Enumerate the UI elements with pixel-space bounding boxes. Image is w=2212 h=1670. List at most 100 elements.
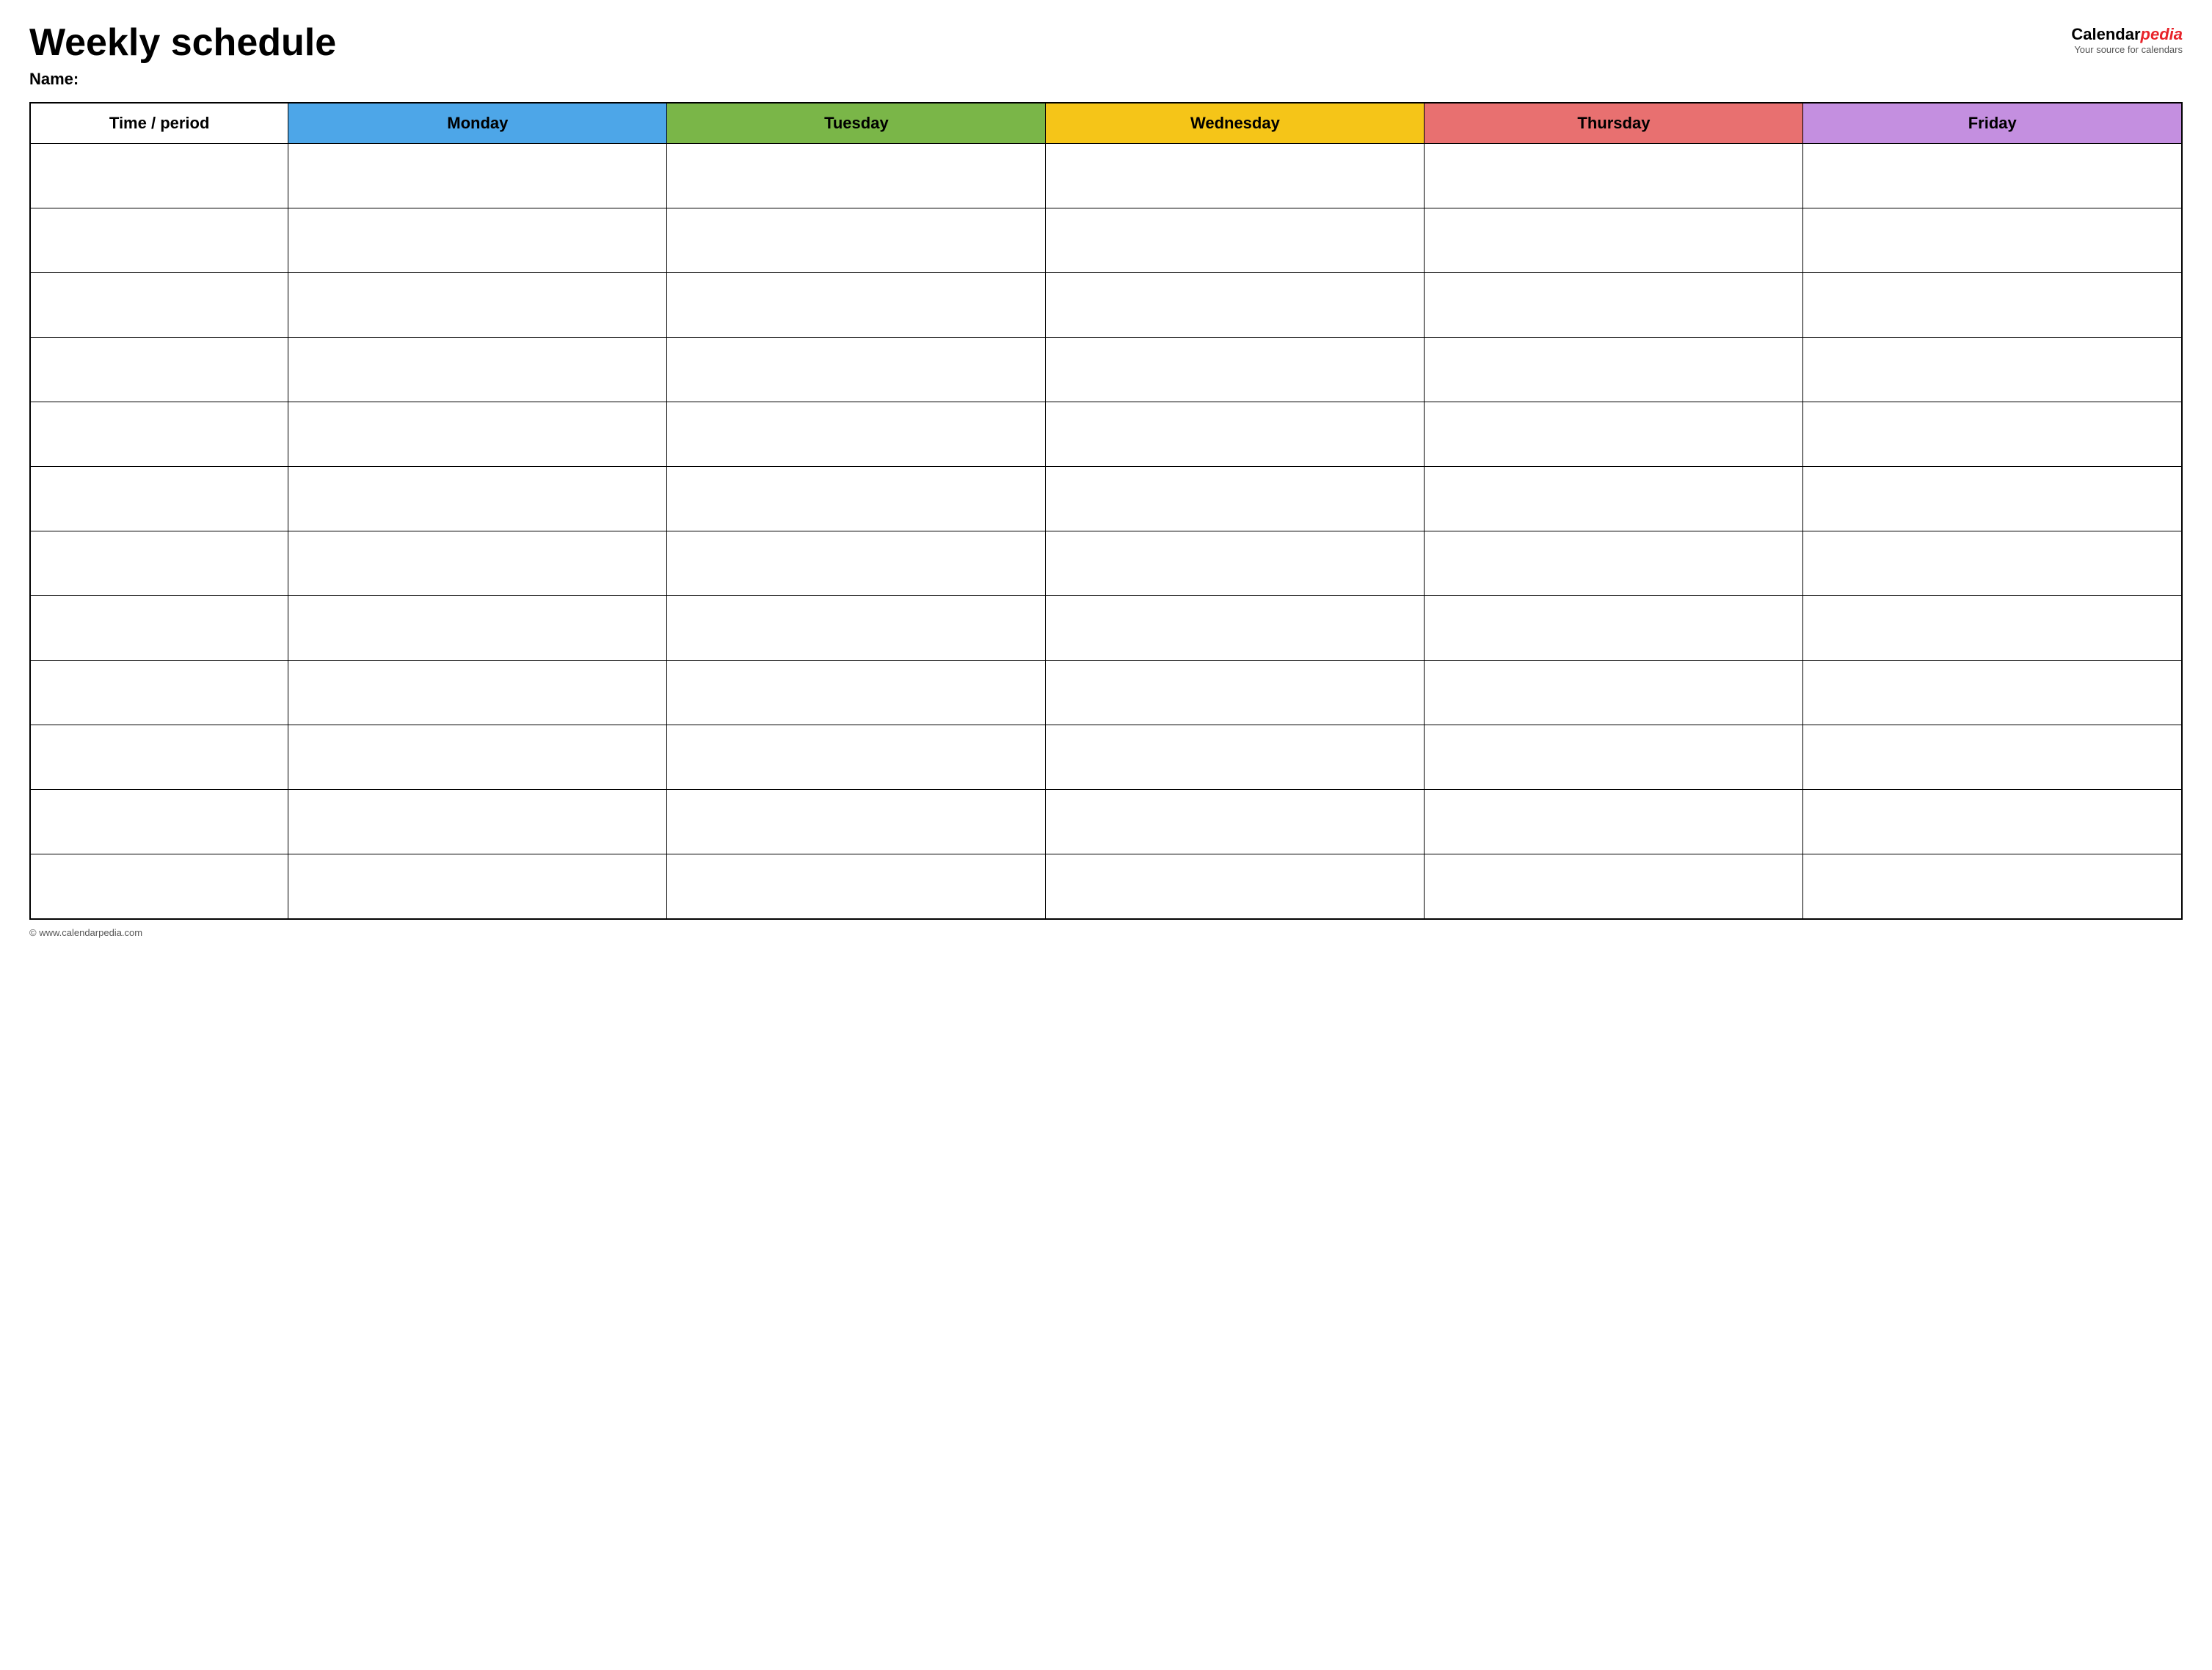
schedule-cell[interactable] (288, 661, 667, 725)
schedule-cell[interactable] (1046, 596, 1425, 661)
schedule-cell[interactable] (1803, 854, 2182, 919)
time-cell[interactable] (30, 402, 288, 467)
header-row: Time / period Monday Tuesday Wednesday T… (30, 103, 2182, 144)
schedule-cell[interactable] (1046, 467, 1425, 531)
schedule-cell[interactable] (1425, 661, 1803, 725)
schedule-cell[interactable] (1803, 467, 2182, 531)
schedule-cell[interactable] (1803, 273, 2182, 338)
schedule-cell[interactable] (1425, 144, 1803, 208)
schedule-cell[interactable] (1046, 273, 1425, 338)
schedule-cell[interactable] (667, 402, 1046, 467)
page-header: Weekly schedule Calendarpedia Your sourc… (29, 22, 2183, 64)
schedule-cell[interactable] (1803, 531, 2182, 596)
logo: Calendarpedia (2071, 25, 2183, 44)
schedule-cell[interactable] (667, 596, 1046, 661)
schedule-cell[interactable] (667, 144, 1046, 208)
schedule-cell[interactable] (667, 661, 1046, 725)
time-cell[interactable] (30, 790, 288, 854)
schedule-cell[interactable] (1425, 725, 1803, 790)
schedule-cell[interactable] (288, 596, 667, 661)
col-tuesday: Tuesday (667, 103, 1046, 144)
logo-subtitle: Your source for calendars (2071, 44, 2183, 55)
table-row (30, 273, 2182, 338)
schedule-cell[interactable] (1803, 208, 2182, 273)
schedule-cell[interactable] (1803, 144, 2182, 208)
schedule-cell[interactable] (1425, 338, 1803, 402)
schedule-cell[interactable] (1046, 208, 1425, 273)
schedule-cell[interactable] (1803, 402, 2182, 467)
footer: © www.calendarpedia.com (29, 927, 2183, 938)
schedule-cell[interactable] (1046, 725, 1425, 790)
table-row (30, 208, 2182, 273)
schedule-cell[interactable] (288, 273, 667, 338)
schedule-cell[interactable] (667, 467, 1046, 531)
table-row (30, 725, 2182, 790)
schedule-cell[interactable] (1425, 790, 1803, 854)
schedule-cell[interactable] (667, 338, 1046, 402)
time-cell[interactable] (30, 208, 288, 273)
logo-pedia-part2: pedia (2141, 25, 2183, 43)
schedule-cell[interactable] (1425, 596, 1803, 661)
table-row (30, 531, 2182, 596)
schedule-cell[interactable] (667, 531, 1046, 596)
schedule-cell[interactable] (1803, 725, 2182, 790)
time-cell[interactable] (30, 338, 288, 402)
schedule-cell[interactable] (288, 725, 667, 790)
page-title: Weekly schedule (29, 22, 336, 64)
table-row (30, 402, 2182, 467)
schedule-cell[interactable] (667, 854, 1046, 919)
time-cell[interactable] (30, 467, 288, 531)
schedule-cell[interactable] (667, 273, 1046, 338)
table-row (30, 596, 2182, 661)
table-row (30, 661, 2182, 725)
time-cell[interactable] (30, 596, 288, 661)
time-cell[interactable] (30, 725, 288, 790)
schedule-cell[interactable] (1803, 790, 2182, 854)
schedule-cell[interactable] (288, 144, 667, 208)
schedule-cell[interactable] (1425, 402, 1803, 467)
schedule-cell[interactable] (1046, 790, 1425, 854)
schedule-cell[interactable] (1425, 854, 1803, 919)
schedule-cell[interactable] (1046, 854, 1425, 919)
time-cell[interactable] (30, 854, 288, 919)
schedule-cell[interactable] (1425, 208, 1803, 273)
schedule-cell[interactable] (1046, 661, 1425, 725)
table-row (30, 467, 2182, 531)
time-cell[interactable] (30, 273, 288, 338)
col-time: Time / period (30, 103, 288, 144)
table-row (30, 144, 2182, 208)
col-wednesday: Wednesday (1046, 103, 1425, 144)
time-cell[interactable] (30, 144, 288, 208)
logo-calendar-part1: Calendar (2071, 25, 2140, 43)
schedule-cell[interactable] (1803, 596, 2182, 661)
schedule-cell[interactable] (288, 467, 667, 531)
time-cell[interactable] (30, 531, 288, 596)
table-body (30, 144, 2182, 919)
schedule-cell[interactable] (667, 725, 1046, 790)
schedule-cell[interactable] (1803, 661, 2182, 725)
schedule-cell[interactable] (1425, 467, 1803, 531)
schedule-cell[interactable] (1046, 144, 1425, 208)
schedule-cell[interactable] (667, 790, 1046, 854)
table-row (30, 854, 2182, 919)
schedule-cell[interactable] (1803, 338, 2182, 402)
schedule-cell[interactable] (1046, 531, 1425, 596)
name-label: Name: (29, 70, 2183, 89)
schedule-cell[interactable] (288, 790, 667, 854)
schedule-cell[interactable] (1425, 531, 1803, 596)
schedule-table: Time / period Monday Tuesday Wednesday T… (29, 102, 2183, 920)
schedule-cell[interactable] (288, 208, 667, 273)
logo-container: Calendarpedia Your source for calendars (2071, 25, 2183, 55)
time-cell[interactable] (30, 661, 288, 725)
schedule-cell[interactable] (1046, 402, 1425, 467)
schedule-cell[interactable] (288, 402, 667, 467)
schedule-cell[interactable] (1046, 338, 1425, 402)
schedule-cell[interactable] (667, 208, 1046, 273)
schedule-cell[interactable] (288, 338, 667, 402)
col-thursday: Thursday (1425, 103, 1803, 144)
schedule-cell[interactable] (1425, 273, 1803, 338)
schedule-cell[interactable] (288, 854, 667, 919)
schedule-cell[interactable] (288, 531, 667, 596)
col-friday: Friday (1803, 103, 2182, 144)
table-row (30, 790, 2182, 854)
